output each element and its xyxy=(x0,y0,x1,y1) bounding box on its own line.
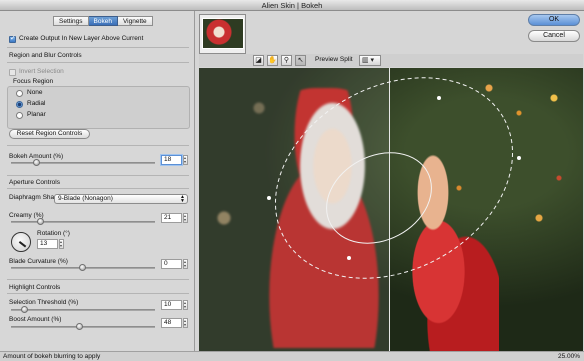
boost-amount-slider-thumb[interactable] xyxy=(76,323,84,330)
region-handle xyxy=(437,96,441,100)
cancel-button[interactable]: Cancel xyxy=(528,30,580,42)
focus-none-radio[interactable] xyxy=(16,90,23,97)
image-preview[interactable] xyxy=(199,68,583,351)
tab-vignette[interactable]: Vignette xyxy=(117,16,153,26)
region-header: Region and Blur Controls xyxy=(9,52,82,59)
compare-icon[interactable]: ◪ xyxy=(253,55,264,66)
chevron-updown-icon: ▲ ▼ xyxy=(180,194,185,204)
split-view-icon[interactable]: ▥ ▾ xyxy=(359,55,381,66)
controls-panel: Settings Bokeh Vignette Create Output In… xyxy=(0,11,195,351)
thumbnail-image xyxy=(202,18,244,49)
divider xyxy=(7,47,189,48)
hand-icon[interactable]: ✋ xyxy=(267,55,278,66)
preview-split-label: Preview Split xyxy=(315,56,353,63)
region-handle xyxy=(517,156,521,160)
status-bar: Amount of bokeh blurring to apply 25.00% xyxy=(0,351,584,361)
diaphragm-shape-value: 9-Blade (Nonagon) xyxy=(58,195,113,202)
tab-bokeh[interactable]: Bokeh xyxy=(88,16,118,26)
rotation-label: Rotation (°) xyxy=(37,230,70,237)
bokeh-amount-stepper[interactable] xyxy=(183,155,188,165)
creamy-track[interactable] xyxy=(11,221,155,223)
selection-threshold-slider-thumb[interactable] xyxy=(21,306,29,313)
bokeh-amount-input[interactable]: 18 xyxy=(161,155,182,165)
tab-settings[interactable]: Settings xyxy=(53,16,89,26)
creamy-input[interactable]: 21 xyxy=(161,213,182,223)
ok-button[interactable]: OK xyxy=(528,14,580,26)
boost-amount-stepper[interactable] xyxy=(183,318,188,328)
divider xyxy=(7,145,189,146)
region-handle xyxy=(267,196,271,200)
selection-threshold-input[interactable]: 10 xyxy=(161,300,182,310)
focus-region-label: Focus Region xyxy=(13,78,54,85)
tab-bar: Settings Bokeh Vignette xyxy=(53,16,153,26)
invert-selection-label: Invert Selection xyxy=(19,68,64,75)
diaphragm-shape-select[interactable]: 9-Blade (Nonagon) ▲ ▼ xyxy=(54,194,188,204)
blade-curvature-slider-thumb[interactable] xyxy=(79,264,86,271)
invert-selection-checkbox[interactable] xyxy=(9,69,16,76)
zoom-level: 25.00% xyxy=(557,353,580,360)
focus-planar-radio[interactable] xyxy=(16,112,23,119)
focus-planar-label: Planar xyxy=(27,111,46,118)
creamy-stepper[interactable] xyxy=(183,213,188,223)
creamy-slider-thumb[interactable] xyxy=(37,218,45,225)
outer-focus-ellipse xyxy=(274,77,514,279)
focus-radial-radio[interactable] xyxy=(16,101,23,108)
create-output-label: Create Output In New Layer Above Current xyxy=(19,35,144,42)
divider xyxy=(7,188,189,189)
divider xyxy=(7,293,189,294)
divider xyxy=(7,279,189,280)
navigator-thumbnail[interactable] xyxy=(199,14,246,54)
zoom-icon[interactable]: ⚲ xyxy=(281,55,292,66)
inner-focus-ellipse xyxy=(326,152,432,244)
pointer-icon[interactable]: ↖ xyxy=(295,55,306,66)
focus-region-group: None Radial Planar xyxy=(7,86,190,129)
selection-threshold-label: Selection Threshold (%) xyxy=(9,299,79,306)
window-title: Alien Skin | Bokeh xyxy=(0,0,584,11)
reset-region-button[interactable]: Reset Region Controls xyxy=(9,129,90,139)
preview-toolbar: ◪ ✋ ⚲ ↖ Preview Split ▥ ▾ xyxy=(199,54,583,67)
status-message: Amount of bokeh blurring to apply xyxy=(3,353,101,360)
selection-threshold-track[interactable] xyxy=(11,309,155,311)
highlight-header: Highlight Controls xyxy=(9,284,61,291)
region-handle xyxy=(347,256,351,260)
rotation-input[interactable]: 13 xyxy=(37,239,58,249)
rotation-dial[interactable] xyxy=(11,232,31,252)
blade-curvature-input[interactable]: 0 xyxy=(161,259,182,269)
blade-curvature-label: Blade Curvature (%) xyxy=(9,258,68,265)
rotation-stepper[interactable] xyxy=(59,239,64,249)
divider xyxy=(7,175,189,176)
selection-threshold-stepper[interactable] xyxy=(183,300,188,310)
create-output-checkbox[interactable] xyxy=(9,35,16,43)
bokeh-amount-slider-thumb[interactable] xyxy=(32,159,40,166)
boost-amount-input[interactable]: 48 xyxy=(161,318,182,328)
focus-radial-label: Radial xyxy=(27,100,46,107)
aperture-header: Aperture Controls xyxy=(9,179,60,186)
radial-region-overlay[interactable] xyxy=(199,68,583,351)
divider xyxy=(7,62,189,63)
blade-curvature-stepper[interactable] xyxy=(183,259,188,269)
focus-none-label: None xyxy=(27,89,43,96)
boost-amount-label: Boost Amount (%) xyxy=(9,316,62,323)
